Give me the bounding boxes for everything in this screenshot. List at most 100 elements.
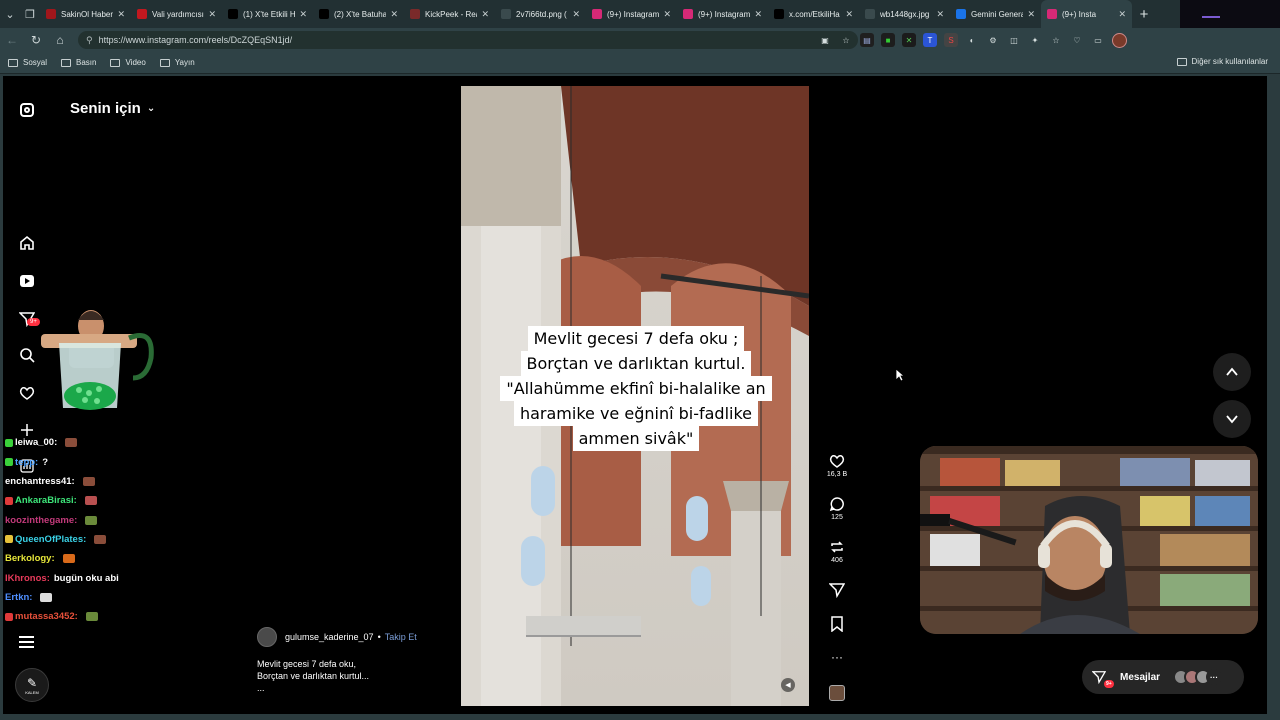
scrollbar[interactable] [1268, 76, 1280, 714]
chat-badge-icon [5, 612, 13, 621]
mute-icon[interactable]: ◀ [781, 678, 795, 692]
extension-icon[interactable]: ◐ [965, 33, 979, 47]
audio-thumbnail[interactable] [829, 685, 845, 701]
tab-label: 2v7i66td.png ( [516, 9, 567, 19]
bookmark-folder[interactable]: Sosyal [8, 58, 47, 67]
close-tab-icon[interactable]: ✕ [481, 9, 489, 20]
browser-tab[interactable]: KickPeek - Rea ✕ [404, 0, 495, 28]
profile-avatar[interactable] [1112, 32, 1127, 48]
extension-icon[interactable]: ▤ [860, 33, 874, 47]
x-icon [228, 9, 238, 19]
streamer-mug-overlay [29, 298, 154, 420]
reel-video[interactable]: Mevlit gecesi 7 defa oku ; Borçtan ve da… [461, 86, 809, 706]
chat-emote-icon [84, 496, 97, 506]
close-tab-icon[interactable]: ✕ [572, 9, 580, 20]
bookmark-star-icon[interactable]: ☆ [839, 33, 853, 47]
chat-message: IKhronos: bugün oku abi [5, 568, 245, 587]
comment-button[interactable]: 125 [825, 496, 849, 521]
globe-icon [865, 9, 875, 19]
tab-label: Vali yardımcısı [152, 9, 204, 19]
close-tab-icon[interactable]: ✕ [845, 9, 853, 20]
browser-tab[interactable]: (9+) Instagram ✕ [677, 0, 768, 28]
bookmark-folder[interactable]: Yayın [159, 58, 195, 67]
share-button[interactable] [825, 582, 849, 598]
chat-badge-icon [5, 438, 13, 447]
browser-tab[interactable]: (9+) Instagram ✕ [586, 0, 677, 28]
follow-button[interactable]: Takip Et [385, 632, 417, 642]
previous-reel-button[interactable] [1213, 353, 1251, 391]
home-button[interactable]: ⌂ [48, 33, 72, 47]
chat-emote-icon [85, 515, 98, 525]
close-tab-icon[interactable]: ✕ [936, 9, 944, 20]
next-reel-button[interactable] [1213, 400, 1251, 438]
favorites-icon[interactable]: ☆ [1049, 33, 1063, 47]
back-button[interactable]: ← [0, 33, 24, 47]
close-tab-icon[interactable]: ✕ [299, 9, 307, 20]
browser-tab[interactable]: SakinOl Haber ✕ [40, 0, 131, 28]
close-tab-icon[interactable]: ✕ [117, 9, 125, 20]
reload-button[interactable]: ↻ [24, 33, 48, 47]
tab-label: (1) X'te Etkili H [243, 9, 296, 19]
save-button[interactable] [825, 616, 849, 632]
collections-icon[interactable]: ♡ [1070, 33, 1084, 47]
repost-button[interactable]: 406 [825, 539, 849, 564]
tab-bar: ⌄ ❐ SakinOl Haber ✕ Vali yardımcısı ✕ (1) X'… [0, 0, 1280, 28]
extensions-puzzle-icon[interactable]: ✦ [1028, 33, 1042, 47]
author-username[interactable]: gulumse_kaderine_07 [285, 632, 374, 642]
chat-emote-icon [82, 477, 95, 487]
reel-description[interactable]: Mevlit gecesi 7 defa oku, Borçtan ve dar… [257, 658, 369, 694]
extension-icon[interactable]: ■ [881, 33, 895, 47]
folder-icon [159, 58, 170, 67]
bookmark-folder[interactable]: Video [110, 58, 146, 67]
browser-tab[interactable]: (1) X'te Etkili H ✕ [222, 0, 313, 28]
messages-button[interactable]: 9+ Mesajlar ··· [1082, 660, 1244, 694]
browser-tab[interactable]: (2) X'te Batuha ✕ [313, 0, 404, 28]
address-bar[interactable]: ⚲ https://www.instagram.com/reels/DcZQEq… [78, 31, 858, 49]
extension-icon[interactable]: S [944, 33, 958, 47]
more-menu-icon[interactable] [19, 636, 34, 651]
app-icon[interactable]: ▣ [818, 33, 832, 47]
workspaces-icon[interactable]: ❐ [20, 0, 40, 28]
browser-tab[interactable]: 2v7i66td.png ( ✕ [495, 0, 586, 28]
instagram-logo-icon[interactable] [20, 103, 34, 117]
extension-icon[interactable]: ⚙ [986, 33, 1000, 47]
author-avatar[interactable] [257, 627, 277, 647]
other-favorites[interactable]: Diğer sık kullanılanlar [1176, 57, 1268, 66]
like-button[interactable]: 16,3 B [825, 453, 849, 478]
more-options-icon[interactable]: ··· [825, 650, 849, 664]
home-icon[interactable] [18, 234, 36, 252]
close-tab-icon[interactable]: ✕ [1027, 9, 1035, 20]
tab-label: (2) X'te Batuha [334, 9, 387, 19]
chat-message [5, 414, 245, 433]
browser-tab[interactable]: x.com/EtkiliHa ✕ [768, 0, 859, 28]
browser-tab[interactable]: wb1448gx.jpg ✕ [859, 0, 950, 28]
close-tab-icon[interactable]: ✕ [208, 9, 216, 20]
extension-icon[interactable]: ✕ [902, 33, 916, 47]
browser-tab[interactable]: Gemini Genera ✕ [950, 0, 1041, 28]
chat-username: koozinthegame: [5, 514, 78, 526]
chat-emote-icon [94, 534, 107, 544]
bookmark-folder[interactable]: Basın [61, 58, 96, 67]
close-tab-icon[interactable]: ✕ [663, 9, 671, 20]
downloads-icon[interactable]: ▭ [1091, 33, 1105, 47]
separator-dot: • [377, 632, 381, 642]
tab-search-chevron-icon[interactable]: ⌄ [0, 0, 20, 28]
split-view-icon[interactable]: ◫ [1007, 33, 1021, 47]
chat-message: AnkaraBirasi: [5, 491, 245, 510]
close-tab-icon[interactable]: ✕ [754, 9, 762, 20]
close-tab-icon[interactable]: ✕ [390, 9, 398, 20]
bookmarks-bar: Sosyal Basın Video Yayın Diğer sık kulla… [0, 52, 1280, 74]
chat-message: Berkology: [5, 549, 245, 568]
streamer-webcam-overlay [920, 446, 1258, 634]
new-tab-button[interactable]: + [1132, 6, 1156, 23]
browser-tab[interactable]: (9+) Insta ✕ [1041, 0, 1132, 28]
chat-message: QueenOfPlates: [5, 530, 245, 549]
feed-selector[interactable]: Senin için ⌄ [70, 100, 155, 117]
instagram-page: Senin için ⌄ 9+ leiwa_00: tepp: ? enchan… [3, 76, 1267, 714]
close-tab-icon[interactable]: ✕ [1118, 9, 1126, 20]
chevron-down-icon [1226, 415, 1238, 424]
extension-icon[interactable]: T [923, 33, 937, 47]
site-info-icon[interactable]: ⚲ [86, 35, 93, 46]
reels-icon[interactable] [18, 272, 36, 290]
browser-tab[interactable]: Vali yardımcısı ✕ [131, 0, 222, 28]
